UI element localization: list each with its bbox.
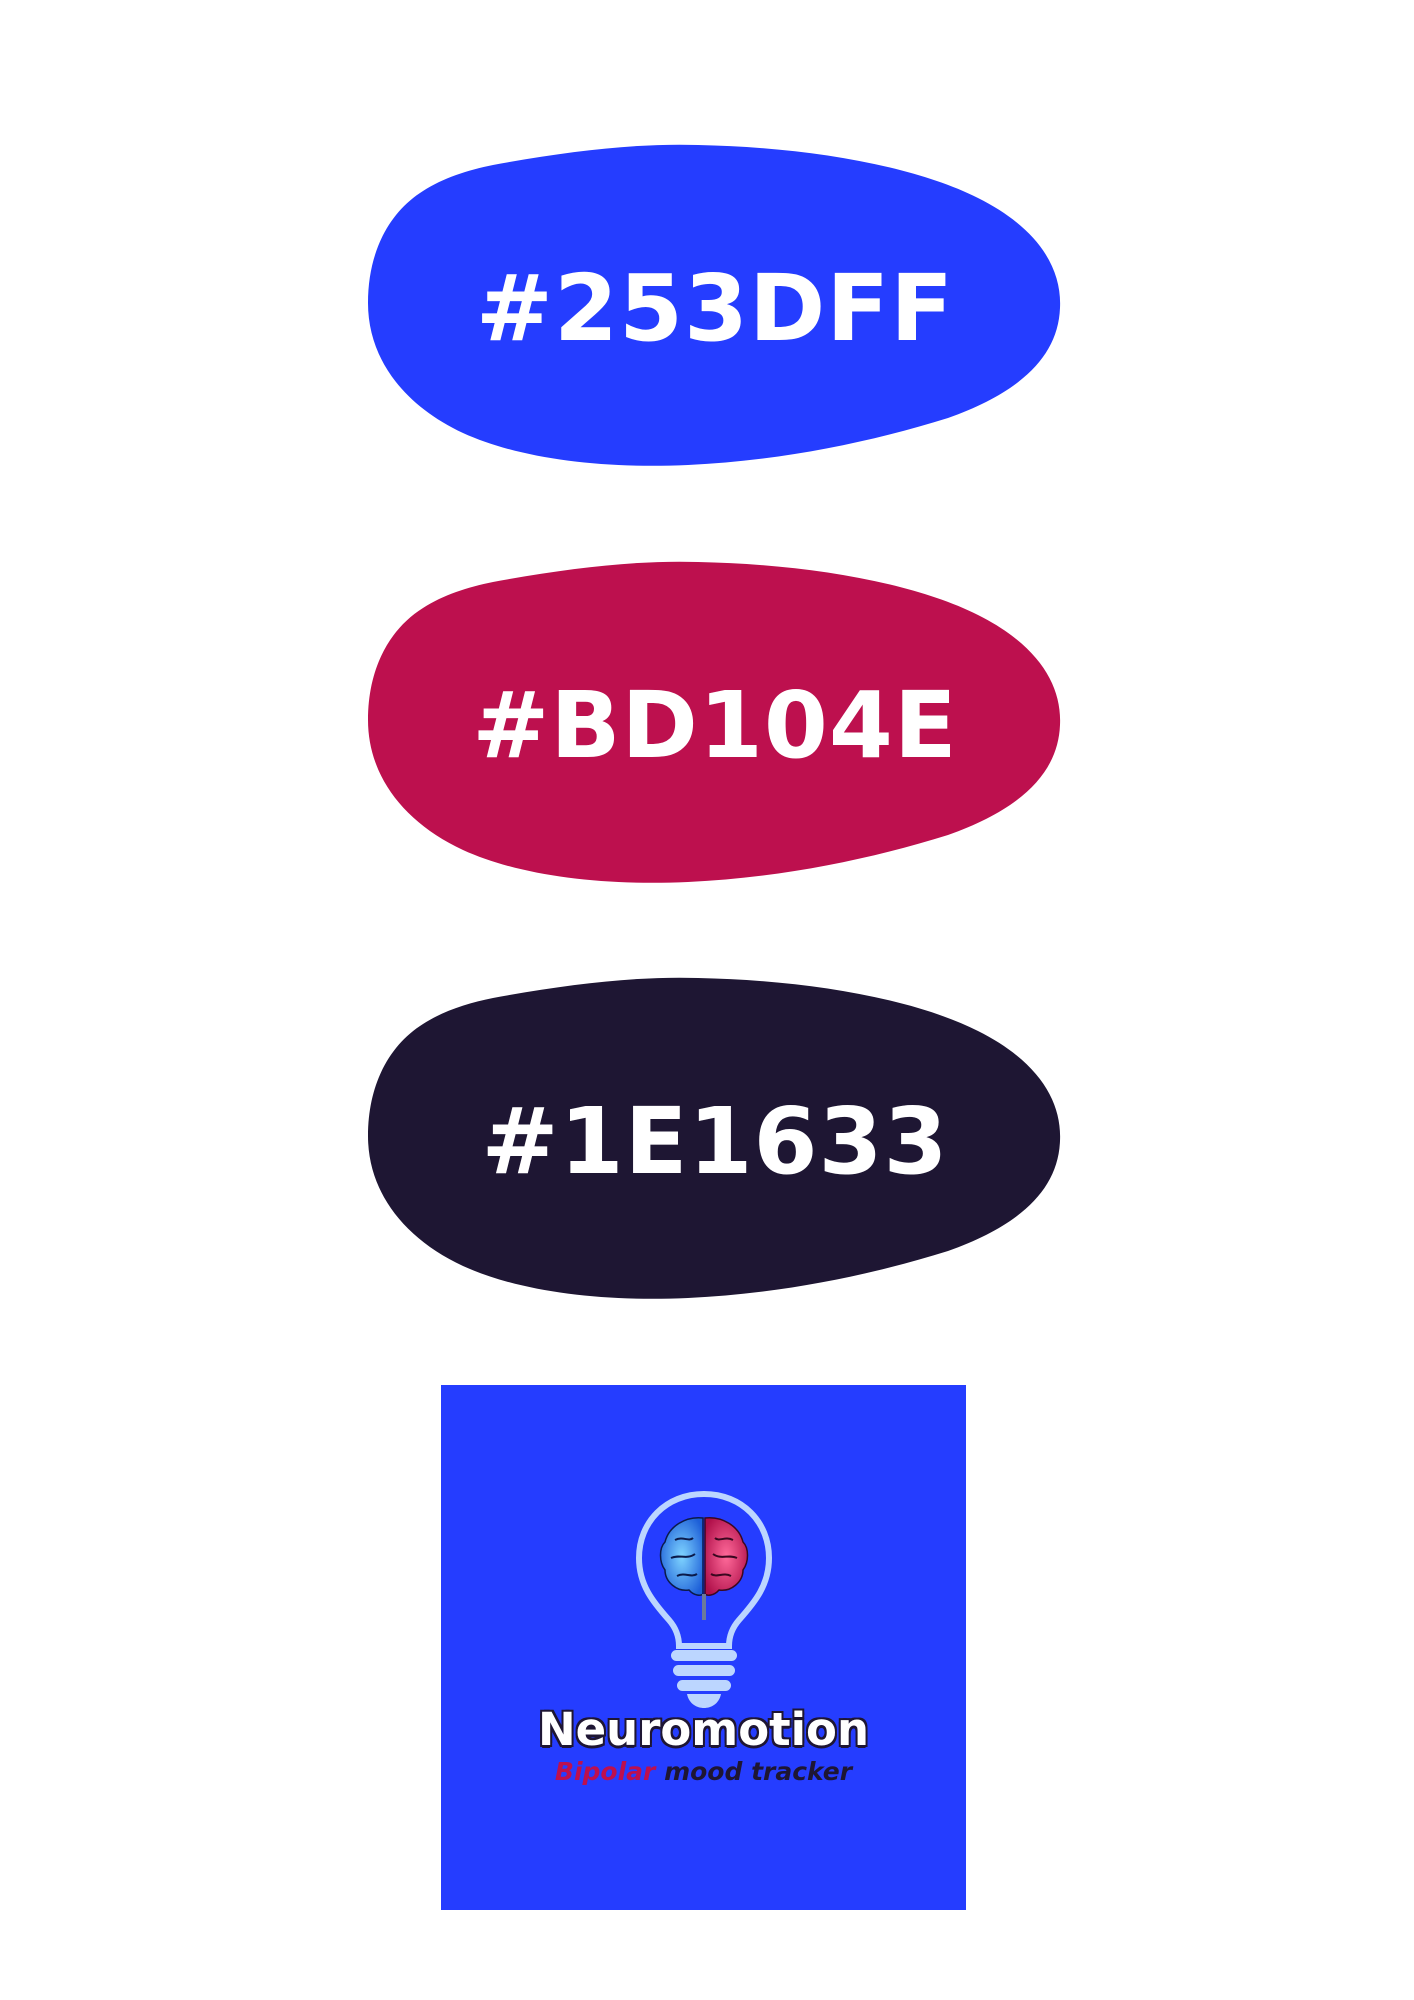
palette-page: #253DFF #BD104E #1E1633 Neuromotion Bipo…: [0, 0, 1414, 2000]
swatch-hex-label: #253DFF: [475, 254, 955, 362]
logo-tagline-rest: mood tracker: [655, 1757, 853, 1786]
logo-title: Neuromotion: [537, 1703, 870, 1756]
color-swatch-navy: #1E1633: [368, 976, 1062, 1306]
logo-tagline-highlight: Bipolar: [554, 1757, 656, 1786]
color-swatch-blue: #253DFF: [368, 143, 1062, 473]
swatch-hex-label: #BD104E: [472, 671, 958, 779]
color-swatch-crimson: #BD104E: [368, 560, 1062, 890]
logo-panel: Neuromotion Bipolar mood tracker: [441, 1385, 966, 1910]
logo-tagline: Bipolar mood tracker: [441, 1757, 966, 1786]
swatch-hex-label: #1E1633: [481, 1087, 949, 1195]
lightbulb-brain-icon: [635, 1490, 773, 1708]
